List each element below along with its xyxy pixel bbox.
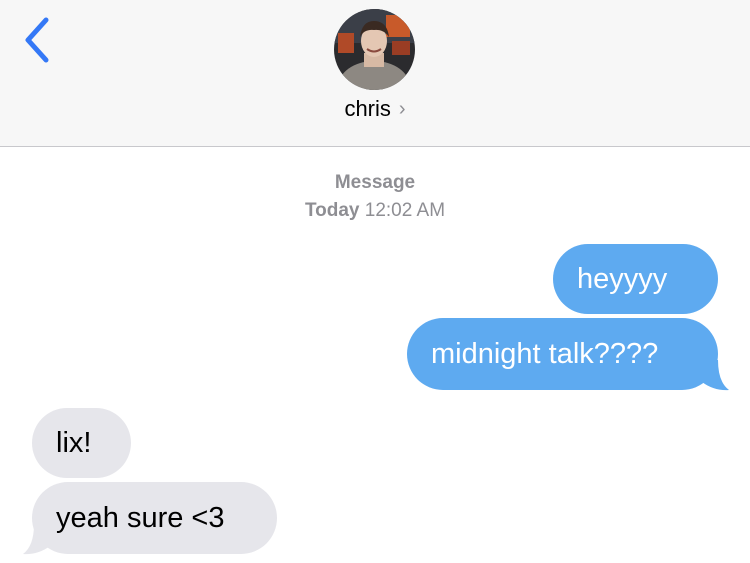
back-button[interactable] <box>18 14 58 66</box>
timestamp-day: Today <box>304 200 360 221</box>
conversation-header: chris › <box>0 0 750 147</box>
message-bubble-outgoing[interactable]: heyyyy <box>553 244 718 314</box>
bubble-tail <box>23 524 56 555</box>
message-bubble-incoming[interactable]: lix! <box>32 408 131 478</box>
message-bubble-incoming[interactable]: yeah sure <3 <box>32 482 277 554</box>
avatar-photo <box>334 9 415 90</box>
bubble-tail <box>696 360 729 391</box>
timestamp: Today 12:02 AM <box>0 200 750 222</box>
message-text: yeah sure <3 <box>56 502 225 534</box>
message-bubble-outgoing[interactable]: midnight talk???? <box>407 318 718 390</box>
service-label: Message <box>334 172 416 193</box>
message-text: midnight talk???? <box>431 338 659 370</box>
avatar[interactable] <box>334 9 415 90</box>
message-text: lix! <box>56 427 92 459</box>
contact-name: chris <box>344 96 391 121</box>
chevron-left-icon <box>25 17 49 63</box>
contact-name-button[interactable]: chris › <box>0 96 750 122</box>
timestamp-time: 12:02 AM <box>364 200 446 221</box>
chevron-right-icon: › <box>398 98 406 120</box>
message-text: heyyyy <box>577 263 668 295</box>
